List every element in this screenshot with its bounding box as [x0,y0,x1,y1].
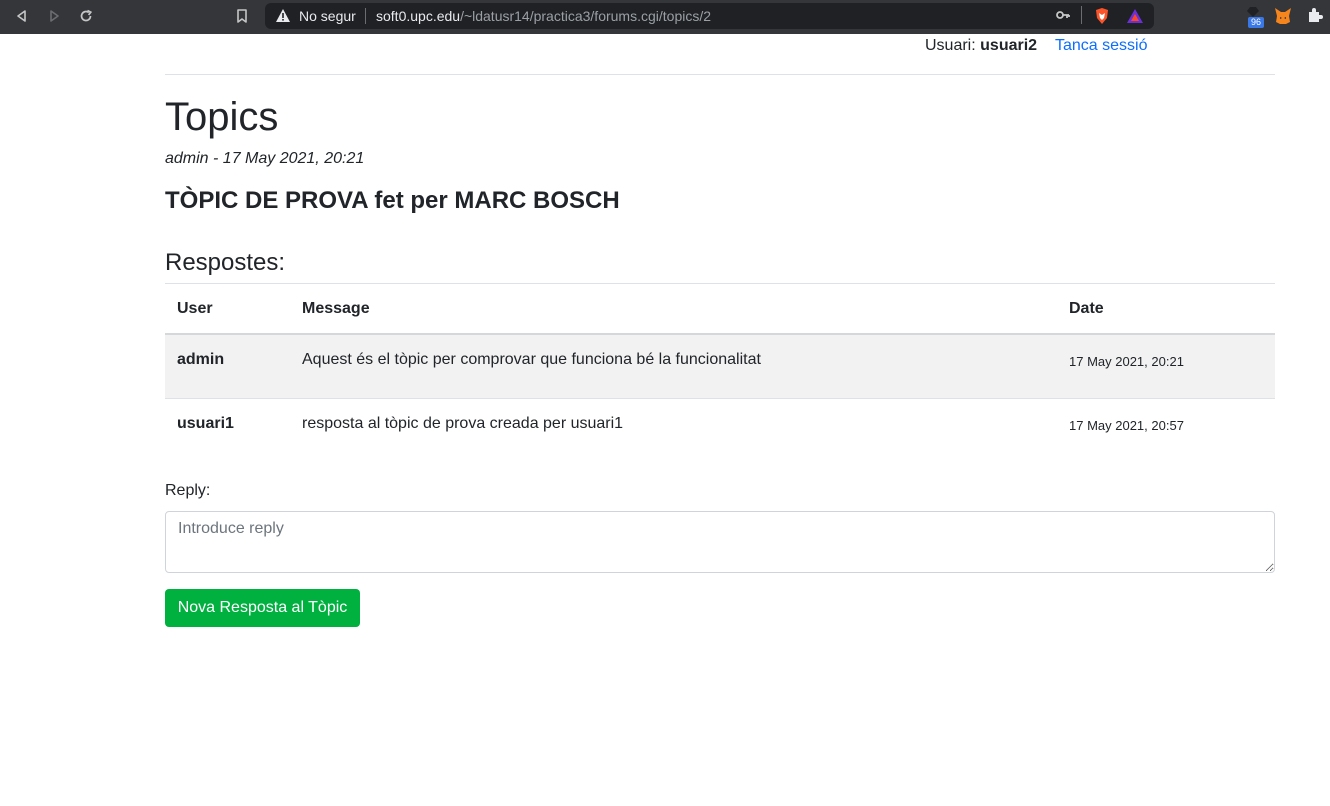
url-path: /~ldatusr14/practica3/forums.cgi/topics/… [460,8,712,24]
reply-user: usuari1 [177,415,234,432]
column-header-message: Message [302,300,370,317]
url-host: soft0.upc.edu [376,8,461,24]
bookmark-icon[interactable] [230,5,254,27]
user-prefix: Usuari: [925,37,976,54]
puzzle-icon[interactable] [1306,6,1324,29]
table-header-row: User Message Date [165,283,1275,334]
table-row: admin Aquest és el tòpic per comprovar q… [165,333,1275,399]
topic-meta: admin - 17 May 2021, 20:21 [165,150,365,167]
column-header-user: User [177,300,213,317]
reload-icon[interactable] [74,5,98,27]
key-icon[interactable] [1055,7,1071,28]
back-icon[interactable] [10,5,34,27]
page-title: Topics [165,95,279,139]
column-header-date: Date [1069,300,1104,317]
reply-textarea[interactable] [165,511,1275,573]
logout-link[interactable]: Tanca sessió [1055,37,1148,55]
reply-date: 17 May 2021, 20:57 [1069,418,1184,433]
topic-title: TÒPIC DE PROVA fet per MARC BOSCH [165,187,620,214]
divider [165,74,1275,75]
forward-icon[interactable] [42,5,66,27]
table-row: usuari1 resposta al tòpic de prova cread… [165,399,1275,464]
reply-date: 17 May 2021, 20:21 [1069,353,1184,369]
username: usuari2 [980,37,1038,54]
browser-toolbar: No segur soft0.upc.edu/~ldatusr14/practi… [0,0,1330,34]
reply-message: resposta al tòpic de prova creada per us… [302,415,624,432]
reply-user: admin [177,350,225,368]
metamask-icon[interactable] [1273,6,1293,31]
replies-table: User Message Date admin Aquest és el tòp… [165,283,1275,464]
not-secure-label[interactable]: No segur [299,8,356,24]
warning-icon [275,8,291,28]
submit-reply-button[interactable]: Nova Resposta al Tòpic [165,589,360,627]
address-bar[interactable]: No segur soft0.upc.edu/~ldatusr14/practi… [265,3,1154,29]
address-divider-2 [1081,6,1082,24]
url-text[interactable]: soft0.upc.edu/~ldatusr14/practica3/forum… [376,8,711,24]
replies-heading: Respostes: [165,249,286,276]
brave-rewards-icon[interactable] [1126,7,1144,30]
current-user: Usuari: usuari2 [925,37,1037,55]
brave-shield-icon[interactable] [1093,7,1111,30]
reply-message: Aquest és el tòpic per comprovar que fun… [302,350,761,368]
address-divider [365,8,366,24]
extension-badge: 96 [1248,17,1265,28]
reply-label: Reply: [165,482,211,499]
